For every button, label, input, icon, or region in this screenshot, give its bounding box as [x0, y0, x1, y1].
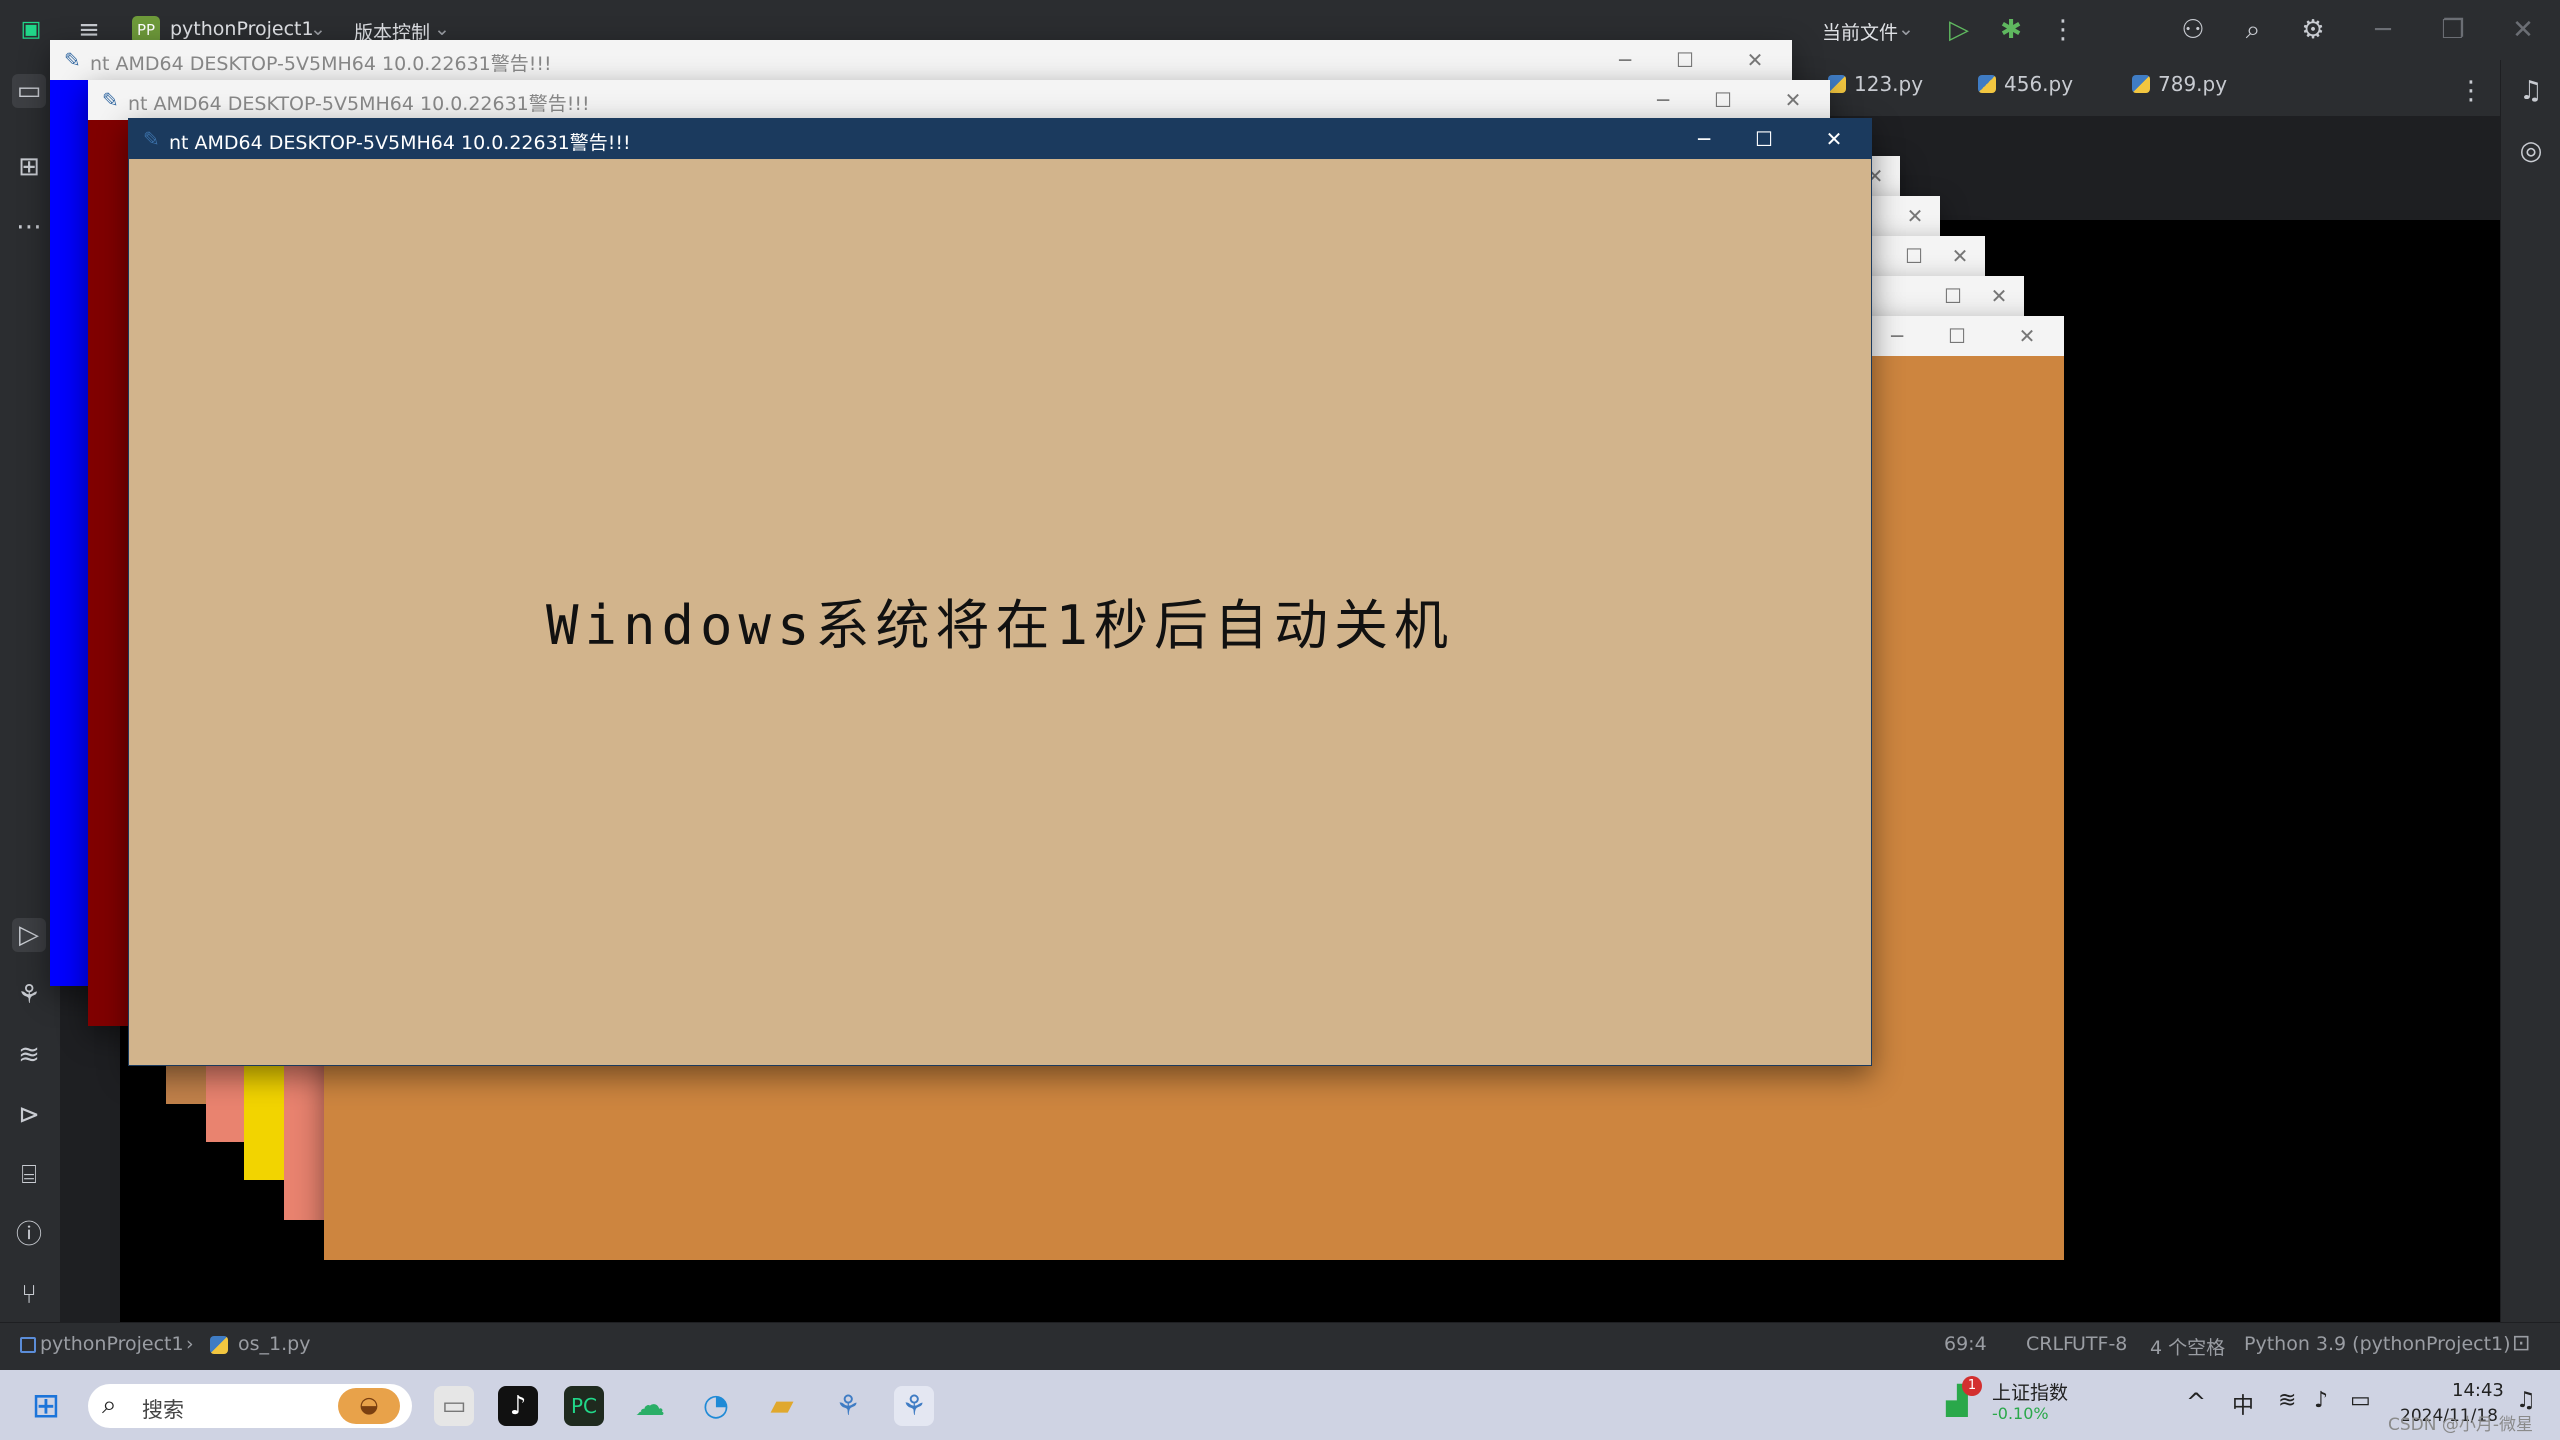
python-file-icon — [1978, 75, 1996, 93]
minimize-icon[interactable]: ─ — [1687, 123, 1721, 155]
caret-position[interactable]: 69:4 — [1944, 1333, 1987, 1355]
python-app-icon[interactable]: ⚘ — [828, 1386, 868, 1426]
right-tool-strip: ♫ ◎ — [2500, 60, 2560, 1370]
close-icon[interactable]: ✕ — [1738, 44, 1772, 76]
python-file-icon — [210, 1335, 236, 1357]
structure-icon[interactable]: ⊞ — [12, 150, 46, 184]
tab-123[interactable]: 123.py — [1828, 72, 1923, 96]
indent-setting[interactable]: 4 个空格 — [2150, 1333, 2225, 1360]
windows-start-icon[interactable]: ⊞ — [26, 1386, 66, 1426]
task-view-icon[interactable]: ▭ — [434, 1386, 474, 1426]
tk-feather-icon: ✎ — [102, 88, 119, 112]
csdn-watermark: CSDN @小月-微星 — [2388, 1415, 2534, 1435]
project-name-dropdown[interactable]: pythonProject1 — [170, 18, 314, 40]
clock-time[interactable]: 14:43 — [2452, 1380, 2504, 1401]
more-tools-icon[interactable]: ⋯ — [12, 210, 46, 244]
git-branch-icon[interactable]: ⑂ — [12, 1278, 46, 1312]
search-highlight-icon: ◒ — [338, 1388, 400, 1424]
ai-assistant-icon[interactable]: ◎ — [2514, 134, 2548, 168]
run-icon[interactable]: ▷ — [1942, 13, 1976, 47]
settings-gear-icon[interactable]: ⚙ — [2296, 13, 2330, 47]
layers-icon[interactable]: ≋ — [12, 1038, 46, 1072]
maximize-icon[interactable]: ☐ — [1668, 44, 1702, 76]
notifications-bell-icon[interactable]: ♫ — [2514, 74, 2548, 108]
edge-browser-icon[interactable]: ◔ — [696, 1386, 736, 1426]
maximize-icon[interactable]: ☐ — [1936, 280, 1970, 312]
debug-icon[interactable]: ✱ — [1994, 13, 2028, 47]
close-icon[interactable]: ✕ — [1817, 123, 1851, 155]
tab-789[interactable]: 789.py — [2132, 72, 2227, 96]
tab-options-icon[interactable]: ⋮ — [2454, 74, 2488, 108]
close-icon[interactable]: ✕ — [1982, 280, 2016, 312]
breadcrumb-project[interactable]: pythonProject1 — [40, 1333, 184, 1355]
window-minimize-icon[interactable]: ─ — [2366, 13, 2400, 47]
tk-feather-icon: ✎ — [64, 48, 81, 72]
python-app-active-icon[interactable]: ⚘ — [894, 1386, 934, 1426]
more-options-icon[interactable]: ⋮ — [2046, 13, 2080, 47]
project-folder-icon[interactable]: ▭ — [12, 74, 46, 108]
minimize-icon[interactable]: ─ — [1646, 84, 1680, 116]
wifi-icon[interactable]: ≋ — [2278, 1388, 2296, 1413]
pycharm-app-icon[interactable]: PC — [564, 1386, 604, 1426]
maximize-icon[interactable]: ☐ — [1897, 240, 1931, 272]
popup-title: nt AMD64 DESKTOP-5V5MH64 10.0.22631警告!!! — [90, 53, 552, 75]
run-config-dropdown[interactable]: 当前文件 — [1822, 18, 1898, 45]
window-restore-icon[interactable]: ❐ — [2436, 13, 2470, 47]
chevron-down-icon: ⌄ — [310, 18, 326, 40]
chevron-down-icon: ⌄ — [434, 18, 450, 40]
add-user-icon[interactable]: ⚇ — [2176, 13, 2210, 47]
popup-body: Windows系统将在1秒后自动关机 — [129, 159, 1871, 1065]
python-console-icon[interactable]: ⚘ — [12, 978, 46, 1012]
popup-window-active: ✎ nt AMD64 DESKTOP-5V5MH64 10.0.22631警告!… — [128, 118, 1872, 1066]
close-icon[interactable]: ✕ — [1776, 84, 1810, 116]
close-icon[interactable]: ✕ — [2010, 320, 2044, 352]
minimize-icon[interactable]: ─ — [1608, 44, 1642, 76]
shutdown-warning-message: Windows系统将在1秒后自动关机 — [545, 594, 1455, 657]
battery-icon[interactable]: ▭ — [2350, 1388, 2371, 1413]
problems-icon[interactable]: ⓘ — [12, 1218, 46, 1252]
search-icon[interactable]: ⌕ — [2236, 13, 2270, 47]
run-tool-icon[interactable]: ▷ — [12, 918, 46, 952]
services-icon[interactable]: ⊳ — [12, 1098, 46, 1132]
chevron-down-icon: ⌄ — [1898, 18, 1914, 40]
wechat-app-icon[interactable]: ☁ — [630, 1386, 670, 1426]
maximize-icon[interactable]: ☐ — [1747, 123, 1781, 155]
python-file-icon — [1828, 75, 1846, 93]
search-icon: ⌕ — [102, 1390, 117, 1420]
maximize-icon[interactable]: ☐ — [1706, 84, 1740, 116]
close-icon[interactable]: ✕ — [1943, 240, 1977, 272]
file-encoding[interactable]: UTF-8 — [2072, 1333, 2127, 1355]
stock-name[interactable]: 上证指数 — [1992, 1378, 2068, 1405]
window-close-icon[interactable]: ✕ — [2506, 13, 2540, 47]
file-explorer-icon[interactable]: ▰ — [762, 1386, 802, 1426]
tk-feather-icon: ✎ — [143, 127, 160, 151]
volume-icon[interactable]: ♪ — [2314, 1388, 2328, 1413]
ime-indicator[interactable]: 中 — [2232, 1388, 2254, 1420]
line-separator[interactable]: CRLF — [2026, 1333, 2074, 1355]
stock-badge: 1 — [1962, 1376, 1982, 1396]
ide-statusbar: pythonProject1 › os_1.py 69:4 CRLF UTF-8… — [0, 1322, 2560, 1371]
maximize-icon[interactable]: ☐ — [1940, 320, 1974, 352]
close-icon[interactable]: ✕ — [1898, 200, 1932, 232]
minimize-icon[interactable]: ─ — [1880, 320, 1914, 352]
pycharm-logo-icon[interactable]: ▣ — [14, 13, 48, 47]
tiktok-app-icon[interactable]: ♪ — [498, 1386, 538, 1426]
breadcrumb-separator-icon: › — [186, 1333, 194, 1355]
tab-456[interactable]: 456.py — [1978, 72, 2073, 96]
stock-change: -0.10% — [1992, 1404, 2049, 1423]
breadcrumb-file[interactable]: os_1.py — [238, 1333, 310, 1355]
popup-title: nt AMD64 DESKTOP-5V5MH64 10.0.22631警告!!! — [128, 93, 590, 115]
terminal-icon[interactable]: ⌸ — [12, 1158, 46, 1192]
search-placeholder: 搜索 — [142, 1398, 184, 1422]
taskbar-search-box[interactable]: ⌕ 搜索 ◒ — [88, 1384, 412, 1428]
python-file-icon — [2132, 75, 2150, 93]
lock-icon[interactable]: ⊡ — [2512, 1331, 2530, 1356]
python-interpreter[interactable]: Python 3.9 (pythonProject1) — [2244, 1333, 2511, 1355]
project-module-icon — [20, 1337, 36, 1353]
tray-overflow-chevron-icon[interactable]: ^ — [2186, 1388, 2206, 1416]
popup-title: nt AMD64 DESKTOP-5V5MH64 10.0.22631警告!!! — [169, 132, 631, 154]
